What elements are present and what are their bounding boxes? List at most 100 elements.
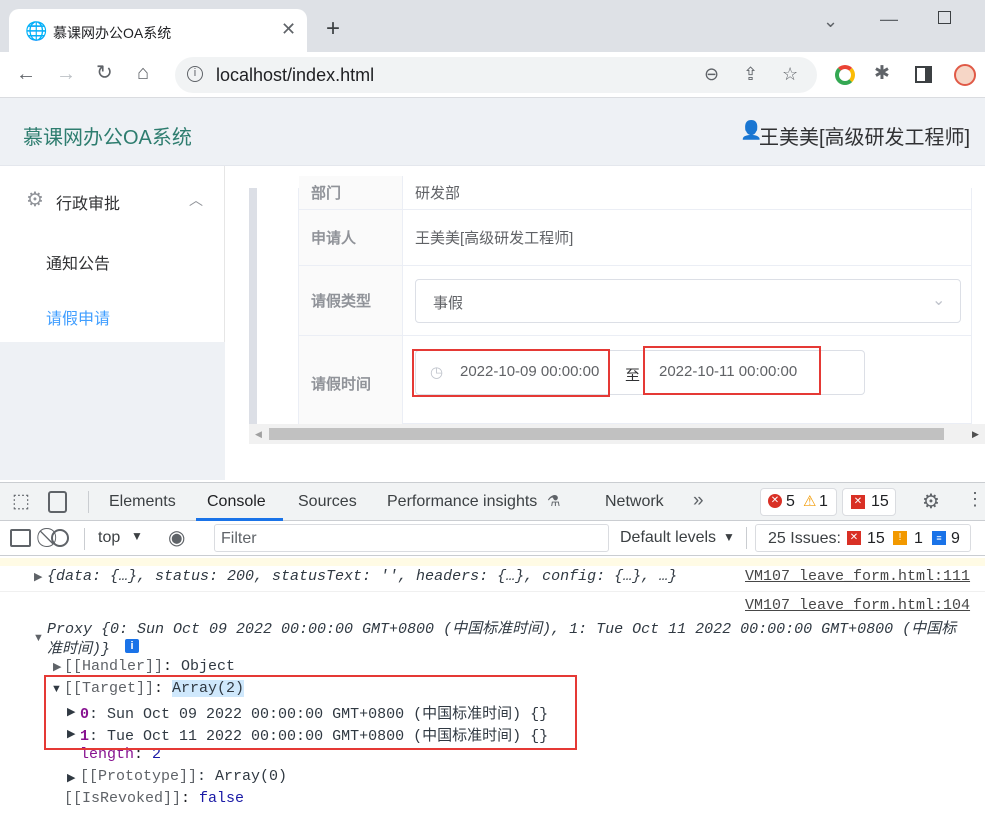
tab-console[interactable]: Console	[207, 493, 266, 511]
label-leave-time: 请假时间	[299, 336, 403, 432]
label-department: 部门	[299, 176, 403, 210]
leave-type-selected: 事假	[433, 294, 464, 312]
collapse-arrow-icon[interactable]: ▼	[33, 632, 44, 644]
divider	[84, 528, 85, 550]
chevron-up-icon[interactable]: ︿	[189, 190, 203, 210]
close-tab-icon[interactable]: ✕	[281, 20, 296, 38]
settings-gear-icon[interactable]: ⚙	[922, 489, 940, 514]
log-levels-select[interactable]: Default levels	[620, 529, 716, 547]
error-count: 5	[786, 493, 795, 510]
expand-handler-icon[interactable]: ▶	[53, 660, 61, 673]
source-link-111[interactable]: VM107 leave_form.html:111	[745, 568, 970, 585]
issues-counter[interactable]: ✕ 15	[842, 488, 896, 516]
home-icon[interactable]: ⌂	[137, 63, 149, 83]
console-top-strip	[0, 558, 985, 566]
range-separator: 至	[625, 367, 641, 384]
divider	[746, 527, 747, 549]
value-department: 研发部	[403, 176, 971, 210]
sidebar-item-notice[interactable]: 通知公告	[46, 250, 110, 274]
sidebar-toggle-icon[interactable]	[10, 529, 31, 547]
expand-prototype-icon[interactable]: ▶	[67, 771, 75, 784]
warning-count: 1	[819, 493, 828, 510]
zoom-icon[interactable]: ⊖	[704, 65, 719, 83]
side-panel-icon[interactable]	[915, 66, 932, 83]
tab-performance-insights[interactable]: Performance insights	[387, 493, 537, 511]
inspect-icon[interactable]: ⬚	[12, 492, 30, 511]
issues-info-count: 9	[951, 530, 960, 547]
clear-console-circle	[51, 529, 69, 547]
console-proxy-line1[interactable]: Proxy {0: Sun Oct 09 2022 00:00:00 GMT+0…	[47, 617, 956, 638]
extensions-puzzle-icon[interactable]: ✱	[874, 64, 890, 83]
devtools-tabs: ⬚ Elements Console Sources Performance i…	[0, 483, 985, 521]
scroll-left-icon[interactable]: ◀	[255, 429, 262, 440]
minimize-icon[interactable]: —	[880, 10, 898, 28]
handler-row[interactable]: [[Handler]]: Object	[64, 658, 235, 675]
device-toolbar-icon[interactable]	[48, 491, 67, 513]
kebab-menu-icon[interactable]: ⋮	[966, 489, 984, 510]
issue-error-icon: ✕	[851, 495, 865, 509]
sidebar-item-leave[interactable]: 请假申请	[46, 305, 110, 329]
issues-count: 15	[871, 493, 889, 510]
app-title: 慕课网办公OA系统	[23, 127, 192, 149]
horizontal-scrollbar[interactable]: ◀ ▶	[249, 424, 985, 444]
context-dropdown-icon[interactable]: ▼	[131, 529, 143, 543]
console-divider	[0, 591, 985, 592]
gear-icon: ⚙	[26, 189, 44, 211]
levels-dropdown-icon[interactable]: ▼	[723, 530, 735, 544]
avatar[interactable]	[954, 64, 976, 86]
console-log-response[interactable]: {data: {…}, status: 200, statusText: '',…	[47, 568, 677, 585]
prototype-row[interactable]: [[Prototype]]: Array(0)	[80, 768, 287, 785]
issues-error-icon: ✕	[847, 531, 861, 545]
highlight-target-array	[44, 675, 577, 750]
sidebar-group-title[interactable]: 行政审批	[56, 190, 120, 214]
reload-icon[interactable]: ↻	[96, 63, 113, 83]
highlight-end-date	[643, 346, 821, 395]
globe-icon: 🌐	[25, 21, 48, 41]
tab-elements[interactable]: Elements	[109, 493, 176, 511]
tab-network[interactable]: Network	[605, 493, 664, 511]
user-name[interactable]: 王美美[高级研发工程师]	[759, 121, 970, 150]
leave-type-select[interactable]: 事假 ⌄	[415, 278, 961, 323]
chevron-down-icon: ⌄	[932, 291, 946, 309]
new-tab-icon[interactable]: +	[326, 17, 340, 41]
console-toolbar: ⃠ top ▼ ◉ Filter Default levels ▼ 25 Iss…	[0, 521, 985, 556]
tab-sources[interactable]: Sources	[298, 493, 357, 511]
issues-button[interactable]: 25 Issues: ✕ 15 ! 1 ≡ 9	[755, 524, 971, 552]
revoked-row: [[IsRevoked]]: false	[64, 790, 245, 807]
info-icon[interactable]: i	[187, 66, 203, 82]
eye-icon[interactable]: ◉	[168, 525, 185, 550]
url-text[interactable]: localhost/index.html	[216, 65, 374, 86]
filter-input[interactable]: Filter	[214, 524, 609, 552]
error-icon: ✕	[768, 494, 782, 508]
issues-warning-icon: !	[893, 531, 907, 545]
console-proxy-line2[interactable]: 准时间)}	[47, 637, 110, 658]
sidebar-empty-area	[0, 342, 225, 480]
value-applicant: 王美美[高级研发工程师]	[403, 210, 971, 266]
issues-info-icon: ≡	[932, 531, 946, 545]
browser-tab[interactable]: 🌐 慕课网办公OA系统 ✕	[9, 9, 307, 53]
address-bar[interactable]: i localhost/index.html ⊖ ⇪ ☆	[175, 57, 817, 93]
forward-icon[interactable]: →	[56, 64, 76, 84]
context-select[interactable]: top	[98, 529, 120, 547]
back-icon[interactable]: ←	[16, 64, 36, 84]
scroll-right-icon[interactable]: ▶	[972, 429, 979, 440]
expand-arrow-icon[interactable]: ▶	[34, 570, 42, 583]
maximize-icon[interactable]	[938, 11, 951, 24]
tab-search-chevron-icon[interactable]: ⌄	[823, 12, 838, 30]
bookmark-star-icon[interactable]: ☆	[782, 65, 798, 83]
chrome-extension-icon[interactable]	[835, 65, 855, 85]
error-warning-counter[interactable]: ✕ 5 ⚠ 1	[760, 488, 837, 516]
highlight-start-date	[412, 349, 610, 397]
label-applicant: 申请人	[299, 210, 403, 266]
info-badge-icon[interactable]: i	[125, 639, 139, 653]
scrollbar-thumb[interactable]	[269, 428, 944, 440]
issues-label: 25 Issues:	[768, 530, 841, 547]
more-tabs-icon[interactable]: »	[693, 490, 704, 512]
divider	[88, 491, 89, 513]
warning-icon: ⚠	[803, 493, 817, 510]
filter-placeholder: Filter	[221, 530, 257, 547]
source-link-104[interactable]: VM107 leave_form.html:104	[745, 597, 970, 614]
share-icon[interactable]: ⇪	[743, 65, 758, 83]
leave-form-table: 部门 研发部 申请人 王美美[高级研发工程师] 请假类型 事假 ⌄ 请假时间 ◷…	[298, 176, 972, 432]
issues-error-count: 15	[867, 530, 885, 547]
